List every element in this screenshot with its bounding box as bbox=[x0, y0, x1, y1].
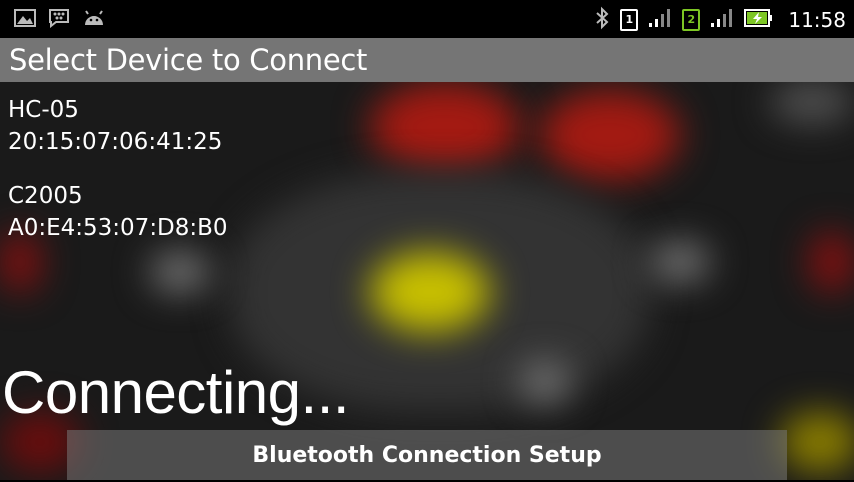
bottom-bar-label: Bluetooth Connection Setup bbox=[252, 443, 602, 468]
status-bar: 1 2 11:58 bbox=[0, 0, 854, 38]
device-item[interactable]: HC-05 20:15:07:06:41:25 bbox=[8, 94, 222, 158]
background-blob bbox=[150, 252, 210, 292]
background-blob bbox=[370, 252, 490, 332]
system-icons: 1 2 11:58 bbox=[594, 6, 846, 34]
background-blob bbox=[540, 90, 680, 180]
bottom-bar: Bluetooth Connection Setup bbox=[67, 430, 787, 480]
device-name: C2005 bbox=[8, 183, 83, 209]
bbm-icon bbox=[48, 8, 70, 32]
signal-icon bbox=[710, 8, 734, 32]
notification-icons bbox=[14, 8, 106, 32]
background-blob bbox=[650, 242, 710, 282]
page-title: Select Device to Connect bbox=[9, 43, 368, 77]
background-blob bbox=[370, 82, 520, 172]
clock: 11:58 bbox=[788, 8, 846, 32]
background-blob bbox=[770, 82, 854, 122]
device-item[interactable]: C2005 A0:E4:53:07:D8:B0 bbox=[8, 180, 228, 244]
gallery-icon bbox=[14, 9, 36, 31]
background-blob bbox=[780, 412, 854, 472]
device-address: 20:15:07:06:41:25 bbox=[8, 129, 223, 155]
signal-icon bbox=[648, 8, 672, 32]
title-bar: Select Device to Connect bbox=[0, 38, 854, 82]
sim1-badge: 1 bbox=[620, 9, 639, 31]
sim2-badge: 2 bbox=[682, 9, 701, 31]
device-address: A0:E4:53:07:D8:B0 bbox=[8, 215, 228, 241]
android-icon bbox=[82, 9, 106, 31]
connecting-status: Connecting... bbox=[2, 359, 350, 426]
device-name: HC-05 bbox=[8, 97, 79, 123]
battery-charging-icon bbox=[744, 8, 774, 32]
background-blob bbox=[810, 232, 854, 292]
bluetooth-icon bbox=[594, 6, 610, 34]
background-blob bbox=[520, 362, 570, 402]
